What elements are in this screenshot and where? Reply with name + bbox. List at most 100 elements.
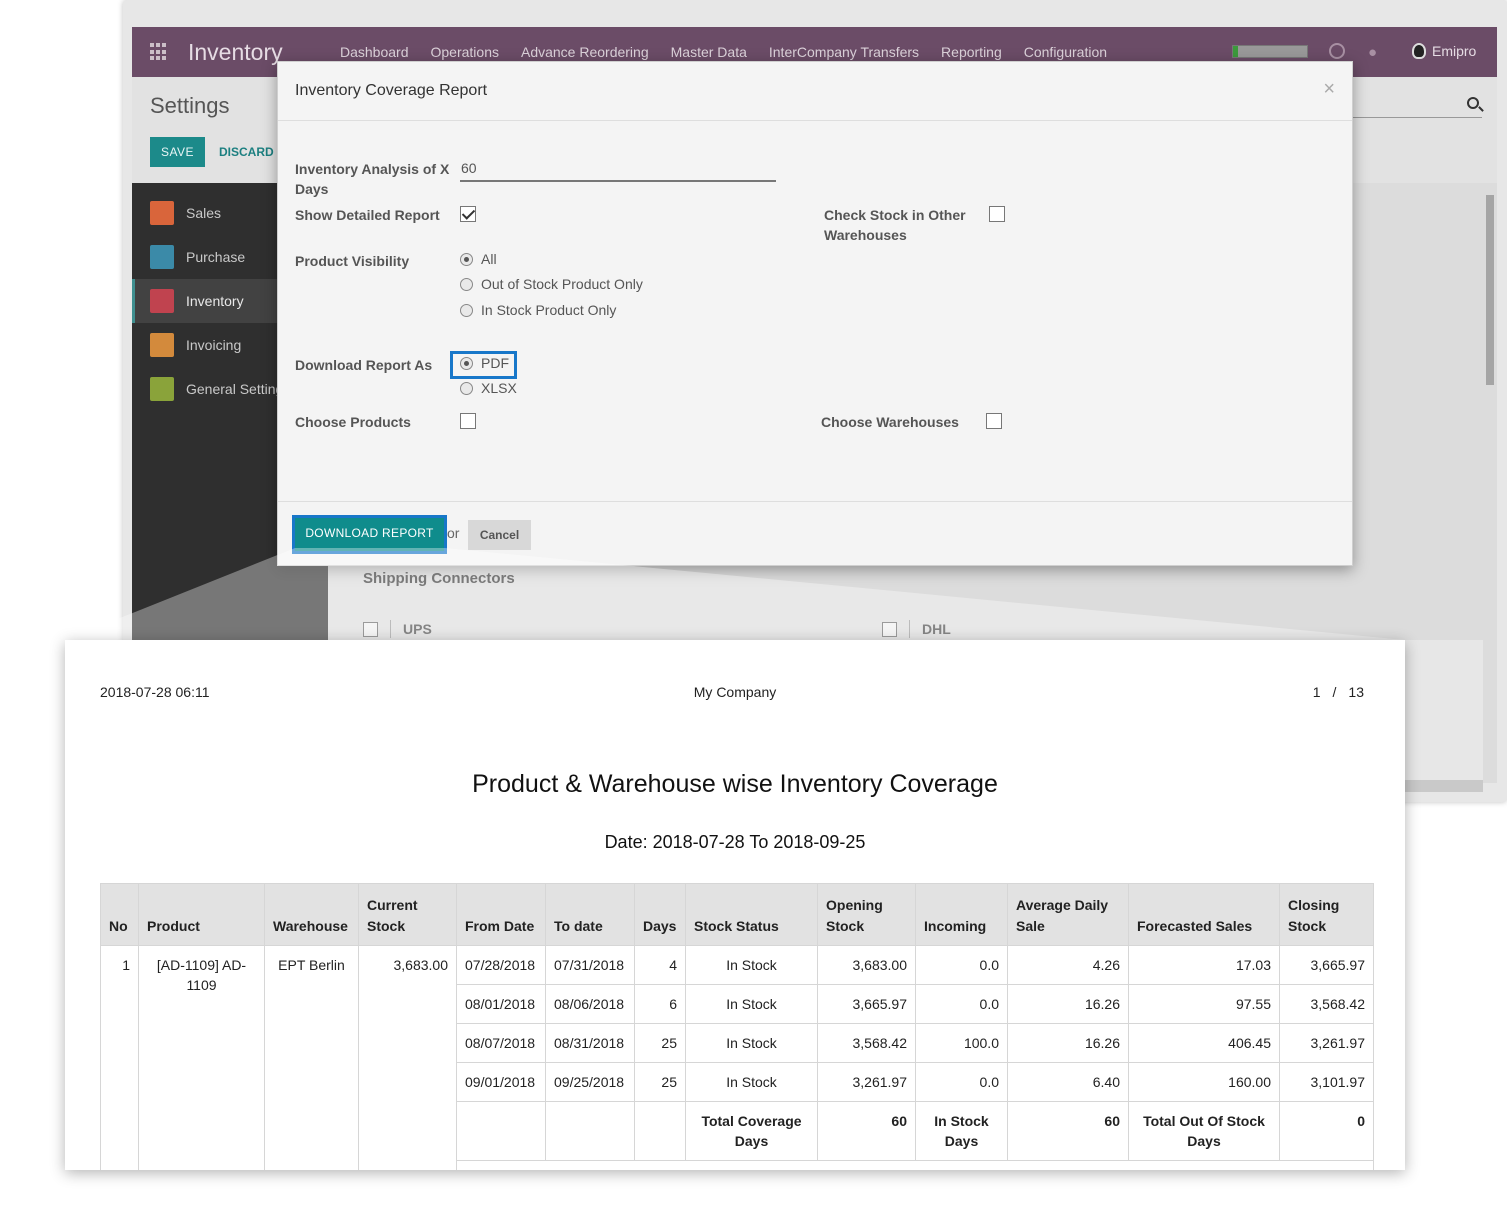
scroll-thumb[interactable] xyxy=(1486,195,1494,385)
empty-cell xyxy=(456,1101,546,1161)
product-cell: [AD-1109] AD-1109 xyxy=(138,945,265,1170)
option-label: UPS xyxy=(403,621,432,637)
days-cell: 25 xyxy=(634,1062,686,1102)
coverage-report-dialog: Inventory Coverage Report × Inventory An… xyxy=(277,61,1353,566)
menu-advance-reordering[interactable]: Advance Reordering xyxy=(521,44,649,60)
horizontal-scrollbar[interactable] xyxy=(1403,780,1483,792)
radio-label: In Stock Product Only xyxy=(481,302,617,318)
out-of-stock-label: Total Out Of Stock Days xyxy=(1128,1101,1280,1161)
report-company: My Company xyxy=(693,684,777,700)
menu-master-data[interactable]: Master Data xyxy=(671,44,747,60)
divider xyxy=(390,620,391,638)
dhl-checkbox[interactable] xyxy=(882,621,897,637)
coverage-table: No Product Warehouse Current Stock From … xyxy=(100,883,1374,1170)
from-date-cell: 09/01/2018 xyxy=(456,1062,546,1102)
choose-products-checkbox[interactable] xyxy=(460,413,476,429)
report-pagination: 1 / 13 xyxy=(1313,684,1364,700)
avg-sale-cell: 6.40 xyxy=(1007,1062,1129,1102)
menu-intercompany-transfers[interactable]: InterCompany Transfers xyxy=(769,44,919,60)
divider xyxy=(909,620,910,638)
option-dhl[interactable]: DHL xyxy=(882,620,951,638)
option-ups[interactable]: UPS xyxy=(363,620,432,638)
avg-sale-cell: 4.26 xyxy=(1007,945,1129,985)
close-icon[interactable]: × xyxy=(1323,79,1335,99)
page-separator: / xyxy=(1332,684,1337,700)
page-title: Settings xyxy=(150,93,230,118)
format-option-xlsx[interactable]: XLSX xyxy=(460,380,517,396)
detailed-report-label: Show Detailed Report xyxy=(295,207,440,223)
radio-button[interactable] xyxy=(460,277,473,291)
radio-label: PDF xyxy=(481,355,509,371)
menu-dashboard[interactable]: Dashboard xyxy=(340,44,409,60)
table-header-row: No Product Warehouse Current Stock From … xyxy=(100,883,1374,946)
table-row: 1 [AD-1109] AD-1109 EPT Berlin 3,683.00 … xyxy=(100,945,1374,1170)
days-input[interactable]: 60 xyxy=(460,160,776,182)
incoming-cell: 0.0 xyxy=(915,945,1008,985)
status-cell: In Stock xyxy=(685,1062,818,1102)
dialog-title: Inventory Coverage Report xyxy=(295,82,488,99)
menu-operations[interactable]: Operations xyxy=(431,44,499,60)
in-stock-days-value: 60 xyxy=(1007,1101,1129,1161)
visibility-option-in-stock[interactable]: In Stock Product Only xyxy=(460,302,616,318)
discard-button[interactable]: DISCARD xyxy=(219,137,274,167)
option-label: DHL xyxy=(922,621,951,637)
sidebar-item-label: Purchase xyxy=(186,249,246,265)
download-report-button[interactable]: DOWNLOAD REPORT xyxy=(292,515,447,554)
sidebar-item-label: Invoicing xyxy=(186,337,242,353)
avatar xyxy=(1412,43,1426,59)
column-header: Average Daily Sale xyxy=(1007,883,1129,946)
product-visibility-label: Product Visibility xyxy=(295,253,410,269)
empty-cell xyxy=(456,1160,1374,1170)
closing-cell: 3,665.97 xyxy=(1279,945,1374,985)
visibility-option-all[interactable]: All xyxy=(460,251,497,267)
radio-button[interactable] xyxy=(460,381,473,395)
days-cell: 25 xyxy=(634,1023,686,1063)
section-title: Shipping Connectors xyxy=(363,570,515,587)
format-option-pdf[interactable]: PDF xyxy=(460,355,509,371)
forecast-cell: 160.00 xyxy=(1128,1062,1280,1102)
page-total: 13 xyxy=(1348,684,1364,700)
status-cell: In Stock xyxy=(685,945,818,985)
inventory-icon xyxy=(150,289,174,313)
column-header: Incoming xyxy=(915,883,1008,946)
main-menu: Dashboard Operations Advance Reordering … xyxy=(340,44,1107,60)
column-header: No xyxy=(100,883,139,946)
invoicing-icon xyxy=(150,333,174,357)
radio-button[interactable] xyxy=(460,356,473,370)
search-icon[interactable] xyxy=(1467,97,1479,109)
sidebar-item-label: General Settings xyxy=(186,381,291,397)
activity-clock-icon[interactable] xyxy=(1329,43,1345,59)
ups-checkbox[interactable] xyxy=(363,621,378,637)
other-warehouses-checkbox[interactable] xyxy=(989,206,1005,222)
vertical-scrollbar[interactable] xyxy=(1483,183,1497,783)
detailed-report-checkbox[interactable] xyxy=(460,206,476,222)
avg-sale-cell: 16.26 xyxy=(1007,1023,1129,1063)
days-cell: 4 xyxy=(634,945,686,985)
to-date-cell: 08/06/2018 xyxy=(545,984,635,1024)
user-menu[interactable]: Emipro xyxy=(1412,43,1476,59)
menu-reporting[interactable]: Reporting xyxy=(941,44,1002,60)
menu-configuration[interactable]: Configuration xyxy=(1024,44,1107,60)
opening-cell: 3,683.00 xyxy=(817,945,916,985)
dialog-footer: DOWNLOAD REPORT or Cancel xyxy=(278,501,1352,566)
dialog-header: Inventory Coverage Report × xyxy=(278,62,1352,121)
empty-cell xyxy=(545,1101,635,1161)
cancel-button[interactable]: Cancel xyxy=(468,520,531,550)
incoming-cell: 0.0 xyxy=(915,984,1008,1024)
search-input[interactable] xyxy=(1352,117,1482,118)
apps-menu-icon[interactable] xyxy=(150,43,168,61)
row-number: 1 xyxy=(100,945,139,1170)
save-button[interactable]: SAVE xyxy=(150,137,205,167)
chat-icon[interactable]: ● xyxy=(1368,44,1377,61)
sales-icon xyxy=(150,201,174,225)
radio-button[interactable] xyxy=(460,303,473,317)
forecast-cell: 406.45 xyxy=(1128,1023,1280,1063)
visibility-option-out-of-stock[interactable]: Out of Stock Product Only xyxy=(460,276,643,292)
radio-button[interactable] xyxy=(460,252,473,266)
opening-cell: 3,568.42 xyxy=(817,1023,916,1063)
choose-warehouses-checkbox[interactable] xyxy=(986,413,1002,429)
column-header: Warehouse xyxy=(264,883,359,946)
opening-cell: 3,261.97 xyxy=(817,1062,916,1102)
empty-cell xyxy=(634,1101,686,1161)
status-cell: In Stock xyxy=(685,984,818,1024)
